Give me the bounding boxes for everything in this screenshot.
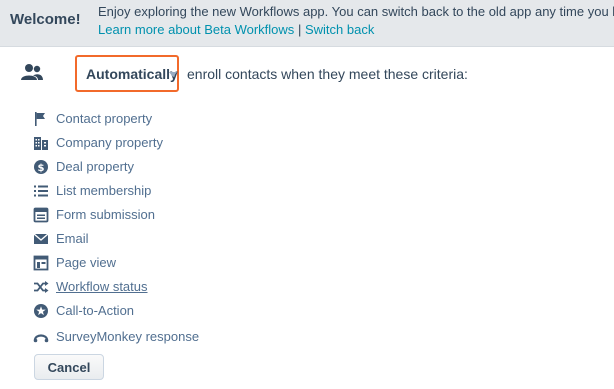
criteria-company-property[interactable]: Company property xyxy=(33,134,353,152)
criteria-label: Deal property xyxy=(56,159,135,174)
banner-links: Learn more about Beta Workflows | Switch… xyxy=(98,21,374,39)
cancel-button[interactable]: Cancel xyxy=(34,354,104,380)
criteria-label: Form submission xyxy=(56,207,155,222)
list-icon xyxy=(34,185,48,197)
criteria-label: SurveyMonkey response xyxy=(56,329,200,344)
criteria-call-to-action[interactable]: Call-to-Action xyxy=(33,302,353,320)
banner-title: Welcome! xyxy=(10,11,81,28)
criteria-label: List membership xyxy=(56,183,152,198)
welcome-banner: Welcome! Enjoy exploring the new Workflo… xyxy=(0,0,614,47)
criteria-email[interactable]: Email xyxy=(33,230,353,248)
surveymonkey-icon xyxy=(33,334,49,343)
criteria-list-membership[interactable]: List membership xyxy=(33,182,353,200)
criteria-surveymonkey-response[interactable]: SurveyMonkey response xyxy=(33,328,353,346)
criteria-deal-property[interactable]: $ Deal property xyxy=(33,158,353,176)
chevron-down-icon xyxy=(169,72,177,77)
switch-back-link[interactable]: Switch back xyxy=(305,22,374,37)
banner-message: Enjoy exploring the new Workflows app. Y… xyxy=(98,4,614,19)
link-separator: | xyxy=(297,22,302,37)
page-icon xyxy=(33,255,49,271)
contacts-icon xyxy=(21,64,43,80)
criteria-contact-property[interactable]: Contact property xyxy=(33,110,353,128)
criteria-page-view[interactable]: Page view xyxy=(33,254,353,272)
shuffle-icon xyxy=(34,281,49,293)
flag-icon xyxy=(35,112,45,126)
dollar-circle-icon: $ xyxy=(34,160,48,174)
learn-more-link[interactable]: Learn more about Beta Workflows xyxy=(98,22,294,37)
star-circle-icon xyxy=(34,304,48,318)
criteria-label: Company property xyxy=(56,135,163,150)
criteria-label: Call-to-Action xyxy=(56,303,135,318)
form-icon xyxy=(33,207,49,223)
building-icon xyxy=(34,137,48,150)
envelope-icon xyxy=(33,233,49,244)
criteria-label: Page view xyxy=(56,255,116,270)
criteria-label: Contact property xyxy=(56,111,153,126)
svg-text:$: $ xyxy=(38,163,45,174)
criteria-label: Email xyxy=(56,231,89,246)
criteria-form-submission[interactable]: Form submission xyxy=(33,206,353,224)
enrollment-mode-label: Automatically xyxy=(86,66,178,82)
enrollment-description: enroll contacts when they meet these cri… xyxy=(187,66,468,82)
criteria-workflow-status[interactable]: Workflow status xyxy=(33,278,353,296)
enrollment-mode-dropdown[interactable]: Automatically xyxy=(75,55,179,92)
criteria-label: Workflow status xyxy=(56,279,148,294)
